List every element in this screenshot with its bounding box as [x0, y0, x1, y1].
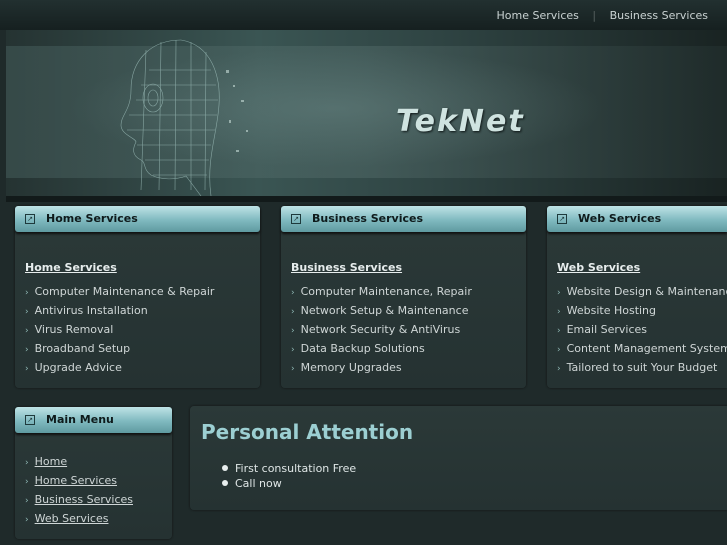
header-divider — [6, 196, 727, 202]
bullet-icon: › — [557, 307, 561, 317]
home-services-panel: ↗ Home Services Home Services › Computer … — [15, 206, 260, 388]
bullet-icon: › — [25, 345, 29, 355]
menu-item-web-services[interactable]: › Web Services — [25, 510, 133, 529]
list-item: › Computer Maintenance & Repair — [25, 285, 215, 298]
bullet-icon: › — [291, 307, 295, 317]
bullet-icon: › — [25, 477, 29, 487]
web-services-subtitle[interactable]: Web Services — [557, 261, 640, 274]
menu-item-home[interactable]: › Home — [25, 453, 133, 472]
bullet-icon: › — [291, 326, 295, 336]
bullet-icon — [222, 465, 228, 471]
list-item: › Website Hosting — [557, 304, 657, 317]
list-item: › Upgrade Advice — [25, 361, 122, 374]
list-item: › Email Services — [557, 323, 648, 336]
list-item: First consultation Free — [222, 461, 356, 476]
expand-icon: ↗ — [557, 214, 567, 224]
business-services-title: Business Services — [312, 212, 424, 225]
bullet-icon: › — [557, 345, 561, 355]
top-nav-separator: | — [592, 9, 597, 22]
top-nav: Home Services | Business Services — [0, 0, 727, 30]
list-item: › Data Backup Solutions — [291, 342, 425, 355]
list-item: › Network Setup & Maintenance — [291, 304, 469, 317]
header-banner: TekNet — [6, 30, 727, 196]
list-item: › Antivirus Installation — [25, 304, 148, 317]
business-services-subtitle[interactable]: Business Services — [291, 261, 402, 274]
web-services-header: ↗ Web Services — [547, 206, 727, 232]
bullet-icon: › — [25, 458, 29, 468]
main-menu-header: ↗ Main Menu — [15, 407, 172, 433]
top-nav-link-home-services[interactable]: Home Services — [497, 9, 579, 22]
expand-icon: ↗ — [25, 415, 35, 425]
home-services-list: › Computer Maintenance & Repair › Antiviru… — [25, 283, 214, 378]
bullet-icon: › — [291, 345, 295, 355]
web-services-list: › Website Design & Maintenance › Website H… — [557, 283, 727, 378]
list-item: › Tailored to suit Your Budget — [557, 361, 718, 374]
list-item: › Virus Removal — [25, 323, 114, 336]
expand-icon: ↗ — [25, 214, 35, 224]
bullet-icon: › — [25, 326, 29, 336]
list-item: › Memory Upgrades — [291, 361, 402, 374]
business-services-panel: ↗ Business Services Business Services › C… — [281, 206, 526, 388]
list-item: › Broadband Setup — [25, 342, 131, 355]
menu-item-business-services[interactable]: › Business Services — [25, 491, 133, 510]
bullet-icon: › — [291, 364, 295, 374]
main-menu-title: Main Menu — [46, 413, 114, 426]
content-list: First consultation Free Call now — [222, 461, 356, 491]
content-panel: Personal Attention First consultation Fr… — [190, 406, 727, 510]
top-nav-link-business-services[interactable]: Business Services — [610, 9, 708, 22]
bullet-icon: › — [25, 515, 29, 525]
wireframe-face-icon — [120, 39, 248, 196]
bullet-icon: › — [25, 496, 29, 506]
list-item: ›Content Management System (C — [557, 342, 727, 355]
home-services-subtitle[interactable]: Home Services — [25, 261, 117, 274]
bullet-icon: › — [557, 288, 561, 298]
list-item: › Network Security & AntiVirus — [291, 323, 461, 336]
list-item: › Website Design & Maintenance — [557, 285, 727, 298]
list-item: › Computer Maintenance, Repair — [291, 285, 472, 298]
bullet-icon: › — [557, 326, 561, 336]
home-services-header: ↗ Home Services — [15, 206, 260, 232]
web-services-panel: ↗ Web Services Web Services › Website Des… — [547, 206, 727, 388]
list-item: Call now — [222, 476, 356, 491]
bullet-icon: › — [25, 307, 29, 317]
menu-item-home-services[interactable]: › Home Services — [25, 472, 133, 491]
home-services-title: Home Services — [46, 212, 138, 225]
business-services-header: ↗ Business Services — [281, 206, 526, 232]
bullet-icon: › — [25, 288, 29, 298]
bullet-icon — [222, 480, 228, 486]
top-nav-links: Home Services | Business Services — [487, 9, 708, 22]
main-menu-panel: ↗ Main Menu › Home › Home Services › Busine… — [15, 407, 172, 539]
business-services-list: › Computer Maintenance, Repair › Network S… — [291, 283, 472, 378]
site-logo[interactable]: TekNet — [396, 104, 525, 139]
bullet-icon: › — [557, 364, 561, 374]
web-services-title: Web Services — [578, 212, 662, 225]
main-menu-list: › Home › Home Services › Business Services … — [25, 453, 133, 529]
bullet-icon: › — [291, 288, 295, 298]
bullet-icon: › — [25, 364, 29, 374]
expand-icon: ↗ — [291, 214, 301, 224]
content-heading: Personal Attention — [201, 420, 414, 444]
